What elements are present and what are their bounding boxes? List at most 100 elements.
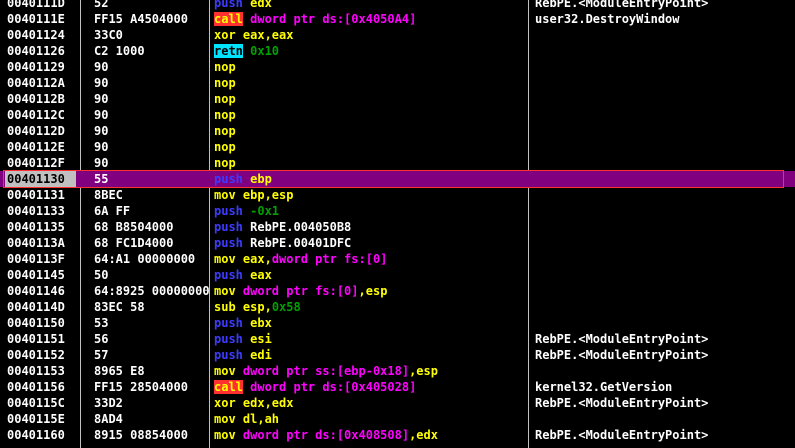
asm-token-xor: xor xyxy=(214,28,236,42)
comment-cell xyxy=(535,123,793,139)
comment-cell: RebPE.<ModuleEntryPoint> xyxy=(535,428,709,442)
disasm-row[interactable]: 0040111D 52 push edx RebPE.<ModuleEntryPoin… xyxy=(0,0,795,11)
hex-dump-cell: 50 xyxy=(94,268,109,282)
disasm-row[interactable]: 0040114D 83EC 58 sub esp,0x58 xyxy=(0,299,795,315)
disassembly-cell: mov ebp,esp xyxy=(214,187,526,203)
address-cell: 0040111D xyxy=(7,0,65,10)
disassembly-cell: nop xyxy=(214,139,526,155)
asm-token-reg: ,edx xyxy=(409,428,438,442)
address-cell: 00401160 xyxy=(7,428,65,442)
comment-cell: RebPE.<ModuleEntryPoint> xyxy=(535,348,709,362)
disasm-row[interactable]: 00401151 56 push esi RebPE.<ModuleEntryPoin… xyxy=(0,331,795,347)
disasm-row[interactable]: 0040112C 90 nop xyxy=(0,107,795,123)
address-cell: 00401124 xyxy=(7,28,65,42)
disasm-row[interactable]: 00401146 64:8925 00000000 mov dword ptr fs… xyxy=(0,283,795,299)
hex-dump-cell: 90 xyxy=(94,108,109,122)
hex-dump-cell: 8BEC xyxy=(94,188,123,202)
asm-token-imm: 0x10 xyxy=(242,44,280,58)
asm-token-push: push xyxy=(214,204,243,218)
asm-token-mem: dword ptr fs:[0] xyxy=(271,252,388,266)
disasm-row[interactable]: 00401145 50 push eax xyxy=(0,267,795,283)
disasm-row[interactable]: 00401135 68 B8504000 push RebPE.004050B8 xyxy=(0,219,795,235)
address-cell: 00401135 xyxy=(7,220,65,234)
hex-dump-cell: 6A FF xyxy=(94,204,131,218)
disasm-row[interactable]: 00401150 53 push ebx xyxy=(0,315,795,331)
address-cell: 00401156 xyxy=(7,380,65,394)
asm-token-nop: nop xyxy=(214,156,236,170)
disasm-row[interactable]: 0040111E FF15 A4504000 call dword ptr ds:[… xyxy=(0,11,795,27)
disassembly-cell: call dword ptr ds:[0x4050A4] xyxy=(214,11,526,27)
disasm-row[interactable]: 00401126 C2 1000 retn 0x10 xyxy=(0,43,795,59)
hex-dump-cell: C2 1000 xyxy=(94,44,145,58)
disassembly-listing[interactable]: 0040111D 52 push edx RebPE.<ModuleEntryPoin… xyxy=(0,0,795,443)
asm-token-nop: nop xyxy=(214,124,236,138)
asm-token-call: call xyxy=(214,380,243,394)
asm-token-mem: dword ptr fs:[0] xyxy=(235,284,359,298)
disassembler-window: { "colors": { "background": "#000000", "… xyxy=(0,0,795,448)
comment-cell xyxy=(535,59,793,75)
hex-dump-cell: 90 xyxy=(94,124,109,138)
hex-dump-cell: 68 B8504000 xyxy=(94,220,174,234)
disasm-row[interactable]: 0040112B 90 nop xyxy=(0,91,795,107)
disassembly-cell: mov dword ptr ss:[ebp-0x18],esp xyxy=(214,363,526,379)
address-cell: 0040113F xyxy=(7,252,65,266)
disassembly-cell: push esi xyxy=(214,331,526,347)
comment-cell xyxy=(535,251,793,267)
asm-token-mem: dword ptr ds:[0x405028] xyxy=(242,380,417,394)
asm-token-mov: mov xyxy=(214,252,236,266)
disasm-row[interactable]: 0040112F 90 nop xyxy=(0,155,795,171)
asm-token-reg: eax, xyxy=(235,252,272,266)
disasm-row[interactable]: 0040115E 8AD4 mov dl,ah xyxy=(0,411,795,427)
hex-dump-cell: 90 xyxy=(94,140,109,154)
disasm-row[interactable]: 00401131 8BEC mov ebp,esp xyxy=(0,187,795,203)
hex-dump-cell: FF15 28504000 xyxy=(94,380,188,394)
address-cell: 0040115E xyxy=(7,412,65,426)
hex-dump-cell: 90 xyxy=(94,60,109,74)
disassembly-cell: push ebp xyxy=(214,171,526,187)
address-cell: 0040112E xyxy=(7,140,65,154)
address-cell: 0040112A xyxy=(7,76,65,90)
disassembly-cell: push ebx xyxy=(214,315,526,331)
disasm-row[interactable]: 00401160 8915 08854000 mov dword ptr ds:[0… xyxy=(0,427,795,443)
disassembly-cell: nop xyxy=(214,59,526,75)
disasm-row[interactable]: 0040115C 33D2 xor edx,edx RebPE.<ModuleEntr… xyxy=(0,395,795,411)
address-cell: 0040113A xyxy=(7,236,65,250)
disasm-row[interactable]: 0040113F 64:A1 00000000 mov eax,dword ptr … xyxy=(0,251,795,267)
asm-token-mov: mov xyxy=(214,188,236,202)
asm-token-mov: mov xyxy=(214,428,236,442)
disasm-row[interactable]: 0040112D 90 nop xyxy=(0,123,795,139)
asm-token-reg: ebx xyxy=(242,316,272,330)
comment-cell xyxy=(535,107,793,123)
disasm-row[interactable]: 00401133 6A FF push -0x1 xyxy=(0,203,795,219)
comment-cell: RebPE.<ModuleEntryPoint> xyxy=(535,0,709,10)
asm-token-reg: esi xyxy=(242,332,272,346)
disassembly-cell: retn 0x10 xyxy=(214,43,526,59)
comment-cell xyxy=(535,43,793,59)
disasm-row[interactable]: 00401153 8965 E8 mov dword ptr ss:[ebp-0x1… xyxy=(0,363,795,379)
hex-dump-cell: 90 xyxy=(94,76,109,90)
disasm-row[interactable]: 0040112E 90 nop xyxy=(0,139,795,155)
address-cell: 0040114D xyxy=(7,300,65,314)
comment-cell xyxy=(535,155,793,171)
comment-cell xyxy=(535,219,793,235)
address-cell: 00401133 xyxy=(7,204,65,218)
disassembly-cell: push RebPE.00401DFC xyxy=(214,235,526,251)
disassembly-cell: push edx xyxy=(214,0,526,11)
disasm-row[interactable]: 00401129 90 nop xyxy=(0,59,795,75)
disasm-row[interactable]: 00401152 57 push edi RebPE.<ModuleEntryPoin… xyxy=(0,347,795,363)
asm-token-sub: sub xyxy=(214,300,236,314)
asm-token-push: push xyxy=(214,220,243,234)
hex-dump-cell: FF15 A4504000 xyxy=(94,12,188,26)
disasm-row[interactable]: 00401124 33C0 xor eax,eax xyxy=(0,27,795,43)
address-cell: 00401131 xyxy=(7,188,65,202)
hex-dump-cell: 90 xyxy=(94,156,109,170)
disasm-row-selected[interactable]: 00401130 55 push ebp xyxy=(0,171,795,187)
asm-token-push: push xyxy=(214,348,243,362)
disasm-row[interactable]: 0040113A 68 FC1D4000 push RebPE.00401DFC xyxy=(0,235,795,251)
hex-dump-cell: 8AD4 xyxy=(94,412,123,426)
address-cell: 0040111E xyxy=(7,12,65,26)
disasm-row[interactable]: 0040112A 90 nop xyxy=(0,75,795,91)
comment-cell xyxy=(535,91,793,107)
disasm-row[interactable]: 00401156 FF15 28504000 call dword ptr ds:[… xyxy=(0,379,795,395)
comment-cell xyxy=(535,283,793,299)
